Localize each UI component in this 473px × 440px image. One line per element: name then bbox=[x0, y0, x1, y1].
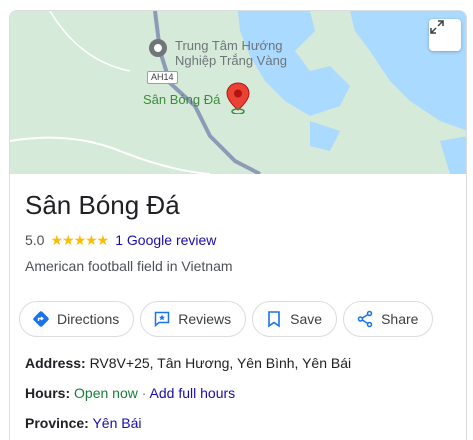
reviews-link[interactable]: 1 Google review bbox=[115, 231, 216, 249]
save-label: Save bbox=[290, 311, 323, 327]
reviews-button[interactable]: Reviews bbox=[140, 301, 247, 337]
province-label: Province: bbox=[25, 415, 89, 431]
poi-label[interactable]: Trung Tâm Hướng Nghiệp Trắng Vàng bbox=[175, 38, 287, 68]
share-button[interactable]: Share bbox=[343, 301, 434, 337]
province-row: Province: Yên Bái bbox=[25, 414, 142, 432]
reviews-icon bbox=[155, 311, 170, 328]
poi-label-line1: Trung Tâm Hướng bbox=[175, 38, 283, 53]
hours-row: Hours: Open now · Add full hours bbox=[25, 384, 235, 402]
directions-label: Directions bbox=[57, 311, 120, 327]
star-rating-icon: ★★★★★ bbox=[50, 232, 109, 248]
share-label: Share bbox=[381, 311, 419, 327]
place-category: American football field in Vietnam bbox=[25, 258, 233, 274]
hours-status[interactable]: Open now bbox=[74, 385, 138, 401]
province-link[interactable]: Yên Bái bbox=[92, 415, 141, 431]
rating-value: 5.0 bbox=[25, 232, 45, 248]
place-card: Trung Tâm Hướng Nghiệp Trắng Vàng AH14 S… bbox=[9, 10, 467, 440]
expand-map-button[interactable] bbox=[429, 19, 461, 51]
address-row: Address: RV8V+25, Tân Hương, Yên Bình, Y… bbox=[25, 354, 351, 372]
hours-label: Hours: bbox=[25, 385, 71, 401]
poi-label-line2: Nghiệp Trắng Vàng bbox=[175, 53, 288, 68]
map-preview[interactable]: Trung Tâm Hướng Nghiệp Trắng Vàng AH14 S… bbox=[10, 11, 466, 174]
add-hours-link[interactable]: Add full hours bbox=[150, 385, 236, 401]
rating-row: 5.0 ★★★★★ 1 Google review bbox=[25, 231, 216, 249]
location-pin-icon[interactable] bbox=[226, 82, 250, 114]
hours-separator: · bbox=[141, 385, 147, 401]
expand-icon bbox=[430, 20, 444, 34]
directions-button[interactable]: Directions bbox=[19, 301, 135, 337]
directions-icon bbox=[33, 311, 49, 327]
share-icon bbox=[357, 310, 373, 328]
action-buttons: Directions Reviews Save Share bbox=[19, 301, 434, 337]
place-title: Sân Bóng Đá bbox=[25, 190, 180, 220]
address-value: RV8V+25, Tân Hương, Yên Bình, Yên Bái bbox=[89, 355, 352, 371]
address-label: Address: bbox=[25, 355, 86, 371]
place-map-label[interactable]: Sân Bóng Đá bbox=[143, 92, 220, 107]
save-button[interactable]: Save bbox=[252, 301, 338, 337]
bookmark-icon bbox=[268, 311, 280, 328]
reviews-label: Reviews bbox=[178, 311, 232, 327]
road-badge: AH14 bbox=[147, 71, 178, 84]
poi-pin-icon[interactable] bbox=[148, 38, 168, 58]
